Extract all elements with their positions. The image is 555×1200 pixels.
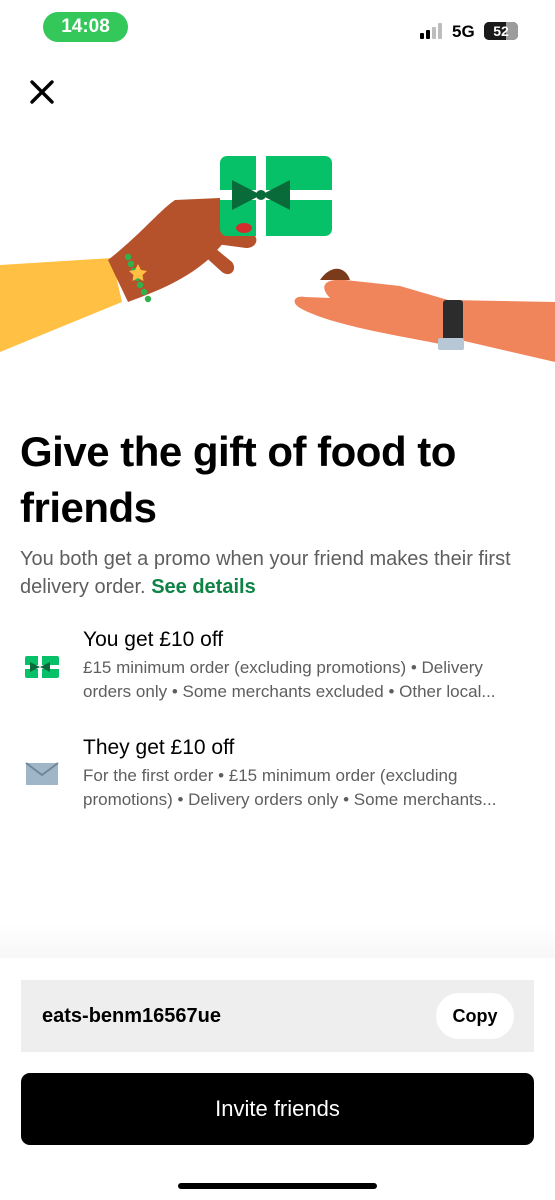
page-title: Give the gift of food to friends xyxy=(20,424,535,536)
close-button[interactable] xyxy=(22,72,62,112)
benefit-title: They get £10 off xyxy=(83,736,235,759)
signal-icon xyxy=(420,23,442,39)
envelope-icon xyxy=(25,762,59,785)
copy-button[interactable]: Copy xyxy=(436,993,514,1039)
see-details-link[interactable]: See details xyxy=(151,576,256,598)
invite-code[interactable]: eats-benm16567ue xyxy=(42,1003,221,1029)
subtitle-text: You both get a promo when your friend ma… xyxy=(20,548,511,598)
benefit-description-line2: orders only • Some merchants excluded • … xyxy=(83,682,496,701)
status-time: 14:08 xyxy=(43,12,128,42)
benefit-description: £15 minimum order (excluding promotions)… xyxy=(83,656,533,704)
status-bar: 14:08 5G 52 xyxy=(0,0,555,56)
gift-card-hands-illustration xyxy=(0,156,555,362)
benefit-description-line2: promotions) • Delivery orders only • Som… xyxy=(83,790,497,809)
benefit-description: For the first order • £15 minimum order … xyxy=(83,764,533,812)
benefit-description-line1: £15 minimum order (excluding promotions)… xyxy=(83,658,483,677)
gift-card-icon xyxy=(25,656,59,678)
network-type: 5G xyxy=(452,22,475,41)
bottom-divider xyxy=(0,925,555,960)
page-title-line2: friends xyxy=(20,484,157,531)
benefit-description-line1: For the first order • £15 minimum order … xyxy=(83,766,458,785)
invite-friends-button[interactable]: Invite friends xyxy=(21,1073,534,1145)
battery-level: 52 xyxy=(493,23,509,39)
close-icon xyxy=(30,80,54,104)
home-indicator xyxy=(178,1183,377,1189)
page-title-line1: Give the gift of food to xyxy=(20,428,456,475)
invite-code-box: eats-benm16567ue Copy xyxy=(21,980,534,1052)
battery-icon: 52 xyxy=(484,22,518,40)
subtitle: You both get a promo when your friend ma… xyxy=(20,545,535,601)
benefit-title: You get £10 off xyxy=(83,628,224,651)
